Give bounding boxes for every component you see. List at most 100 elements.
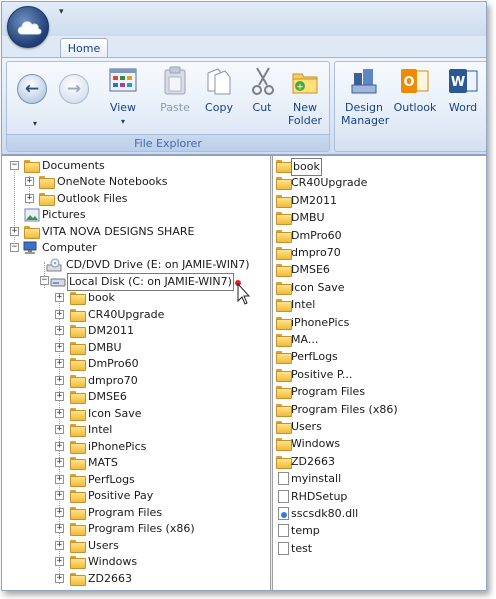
back-button[interactable]: ← (17, 74, 47, 104)
expand-icon[interactable]: + (55, 574, 64, 583)
expand-icon[interactable]: + (25, 177, 34, 186)
tree-item-documents[interactable]: − Documents (2, 158, 270, 174)
expand-icon[interactable]: + (55, 376, 64, 385)
list-item-folder[interactable]: dmpro70 (273, 245, 486, 261)
copy-button[interactable]: Copy (201, 65, 237, 114)
list-item-folder[interactable]: DM2011 (273, 193, 486, 209)
list-item-folder[interactable]: Program Files (x86) (273, 402, 486, 418)
list-item-file[interactable]: sscsdk80.dll (273, 506, 486, 522)
tree-item-folder[interactable]: + Windows (2, 554, 270, 570)
tree-item-folder[interactable]: + book (2, 290, 270, 306)
tree-item-onenote[interactable]: + OneNote Notebooks (2, 174, 270, 190)
application-menu-button[interactable] (7, 6, 49, 48)
tree-item-folder[interactable]: + Icon Save (2, 406, 270, 422)
new-folder-button[interactable]: + New Folder (285, 65, 325, 127)
paste-button[interactable]: Paste (157, 65, 193, 114)
tree-item-cd-drive[interactable]: CD/DVD Drive (E: on JAMIE-WIN7) (2, 257, 270, 273)
expand-icon[interactable]: + (55, 409, 64, 418)
list-item-folder[interactable]: Users (273, 419, 486, 435)
list-item-folder[interactable]: iPhonePics (273, 315, 486, 331)
list-item-folder[interactable]: MA... (273, 332, 486, 348)
quick-access-dropdown[interactable]: ▾ (59, 7, 64, 17)
list-item-folder[interactable]: DmPro60 (273, 228, 486, 244)
word-button[interactable]: W Word (443, 65, 483, 114)
expand-icon[interactable]: + (55, 326, 64, 335)
expand-icon[interactable]: + (10, 227, 19, 236)
tree-item-label: dmpro70 (88, 374, 138, 387)
tree-item-folder[interactable]: + DMBU (2, 340, 270, 356)
collapse-icon[interactable]: − (10, 161, 19, 170)
expand-icon[interactable]: + (55, 293, 64, 302)
expand-icon[interactable]: + (25, 194, 34, 203)
list-item-folder[interactable]: Positive P... (273, 367, 486, 383)
tree-item-folder[interactable]: + Program Files (x86) (2, 521, 270, 537)
list-item-folder[interactable]: book (273, 158, 486, 176)
expand-icon[interactable]: + (55, 508, 64, 517)
tree-item-label: Positive Pay (88, 489, 154, 502)
tree-item-folder[interactable]: + Positive Pay (2, 488, 270, 504)
folder-contents-list[interactable]: book CR40Upgrade DM2011 DMBU DmPro60 dmpro70 D… (273, 156, 486, 590)
tree-item-folder[interactable]: + DMSE6 (2, 389, 270, 405)
tree-item-folder[interactable]: + Intel (2, 422, 270, 438)
list-item-file[interactable]: myinstall (273, 471, 486, 487)
list-item-label: Windows (291, 437, 341, 450)
outlook-button[interactable]: O Outlook (393, 65, 437, 114)
folder-icon (276, 299, 292, 312)
expand-icon[interactable]: + (55, 458, 64, 467)
expand-icon[interactable]: + (55, 442, 64, 451)
folder-tree[interactable]: − Documents + OneNote Notebooks + Outloo… (2, 156, 271, 590)
list-item-folder[interactable]: Program Files (273, 384, 486, 400)
tree-item-folder[interactable]: + ZD2663 (2, 571, 270, 587)
expand-icon[interactable]: + (55, 310, 64, 319)
list-item-folder[interactable]: Icon Save (273, 280, 486, 296)
tree-item-folder[interactable]: + DmPro60 (2, 356, 270, 372)
tab-home[interactable]: Home (60, 38, 108, 59)
list-item-folder[interactable]: CR40Upgrade (273, 175, 486, 191)
expand-icon[interactable]: + (55, 359, 64, 368)
tree-item-folder[interactable]: + DM2011 (2, 323, 270, 339)
list-item-file[interactable]: RHDSetup (273, 489, 486, 505)
tree-item-folder[interactable]: + dmpro70 (2, 373, 270, 389)
list-item-folder[interactable]: Windows (273, 436, 486, 452)
expand-icon[interactable]: + (55, 392, 64, 401)
outlook-label: Outlook (393, 101, 437, 114)
list-item-file[interactable]: temp (273, 523, 486, 539)
expand-icon[interactable]: + (55, 541, 64, 550)
word-label: Word (448, 101, 478, 114)
list-item-folder[interactable]: PerfLogs (273, 349, 486, 365)
expand-icon[interactable]: + (55, 491, 64, 500)
tree-item-folder[interactable]: + PerfLogs (2, 472, 270, 488)
pictures-library-icon (24, 208, 40, 222)
list-item-folder[interactable]: Intel (273, 297, 486, 313)
collapse-icon[interactable]: − (40, 276, 49, 285)
tree-item-vita-nova-share[interactable]: + VITA NOVA DESIGNS SHARE (2, 224, 270, 240)
tree-item-outlook-files[interactable]: + Outlook Files (2, 191, 270, 207)
list-item-folder[interactable]: ZD2663 (273, 454, 486, 470)
list-item-folder[interactable]: DMBU (273, 210, 486, 226)
expand-icon[interactable]: + (55, 524, 64, 533)
tree-item-folder[interactable]: + CR40Upgrade (2, 307, 270, 323)
tree-item-label: Program Files (x86) (88, 522, 195, 535)
tree-item-computer[interactable]: − Computer (2, 240, 270, 256)
expand-icon[interactable]: + (55, 343, 64, 352)
tree-item-folder[interactable]: + Program Files (2, 505, 270, 521)
view-button[interactable]: View ▾ (103, 65, 143, 128)
cut-button[interactable]: Cut (247, 65, 277, 114)
expand-icon[interactable]: + (55, 475, 64, 484)
list-item-file[interactable]: test (273, 541, 486, 557)
tree-item-folder[interactable]: + MATS (2, 455, 270, 471)
collapse-icon[interactable]: − (10, 243, 19, 252)
history-dropdown-icon[interactable]: ▾ (33, 119, 37, 128)
expand-icon[interactable]: + (55, 557, 64, 566)
tree-item-local-disk[interactable]: − Local Disk (C: on JAMIE-WIN7) (2, 273, 270, 291)
tree-item-label: DMSE6 (88, 390, 127, 403)
folder-icon (39, 176, 55, 189)
tree-item-folder[interactable]: + iPhonePics (2, 439, 270, 455)
forward-button[interactable]: → (59, 74, 89, 104)
tree-item-folder[interactable]: + Users (2, 538, 270, 554)
tree-item-pictures[interactable]: Pictures (2, 207, 270, 223)
list-item-folder[interactable]: DMSE6 (273, 262, 486, 278)
design-manager-button[interactable]: Design Manager (341, 65, 389, 127)
expand-icon[interactable]: + (55, 425, 64, 434)
view-grid-icon (109, 68, 137, 92)
